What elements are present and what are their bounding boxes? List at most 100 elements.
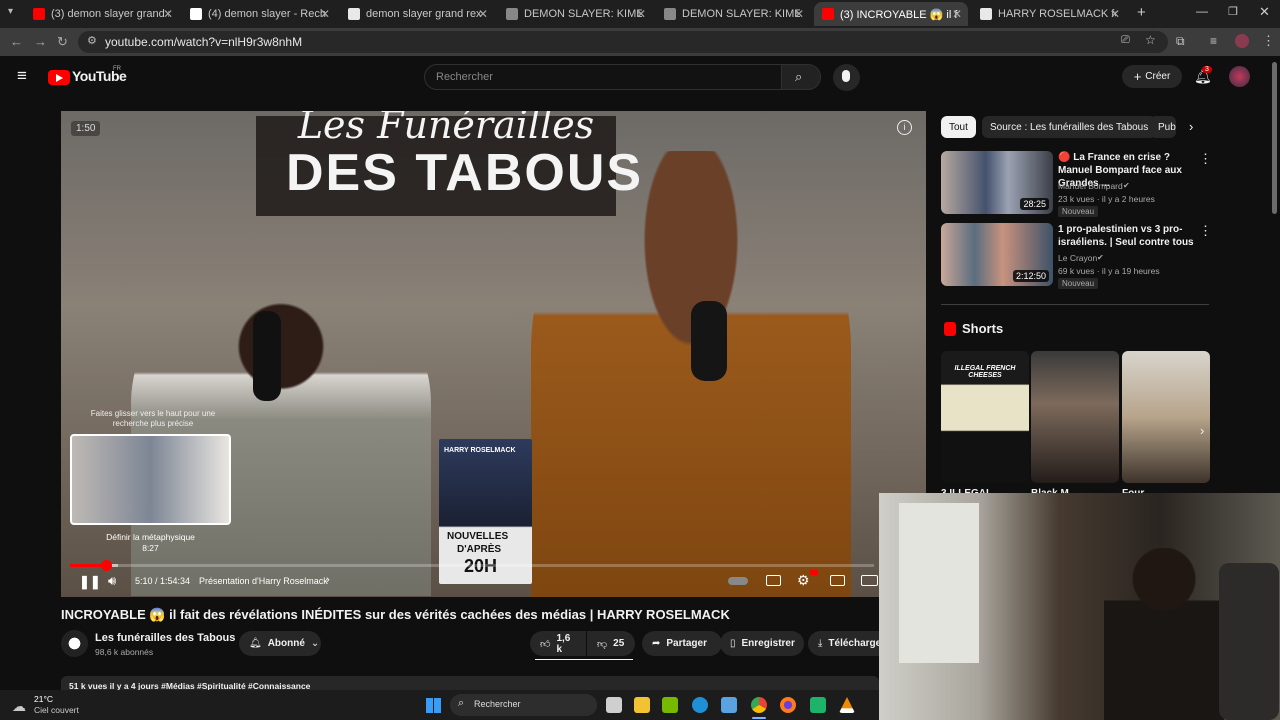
reload-icon[interactable]: ↻: [57, 34, 68, 50]
preview-chapter-label: Définir la métaphysique: [106, 532, 195, 542]
shorts-next-chevron-icon[interactable]: ›: [1200, 423, 1204, 438]
channel-avatar[interactable]: [61, 630, 88, 657]
thumbs-up-icon: 👍︎: [540, 638, 551, 650]
chips-next-chevron-icon[interactable]: ›: [1189, 119, 1193, 134]
search-button[interactable]: ⌕: [781, 64, 821, 90]
browser-toolbar: ← → ↻ ⚙ youtube.com/watch?v=nlH9r3w8nhM …: [0, 28, 1280, 56]
app-green-icon[interactable]: [810, 697, 826, 713]
extensions-icon[interactable]: ⧉: [1176, 34, 1185, 49]
browser-tab-2[interactable]: (4) demon slayer - Recherche /✕: [182, 2, 336, 26]
browser-tab-6[interactable]: (3) INCROYABLE 😱 il fait d✕: [814, 2, 968, 26]
tab-close-icon[interactable]: ✕: [163, 7, 173, 21]
autoplay-toggle-icon[interactable]: [728, 577, 748, 585]
weather-condition[interactable]: Ciel couvert: [34, 705, 79, 715]
tab-favicon-icon: [348, 8, 360, 20]
dislike-button[interactable]: 👎︎ 25: [587, 631, 635, 656]
install-app-icon[interactable]: ⎚: [1121, 34, 1130, 47]
store-icon[interactable]: [721, 697, 737, 713]
back-arrow-icon[interactable]: ←: [10, 34, 23, 49]
reading-list-icon[interactable]: ≡: [1210, 34, 1217, 48]
description-box[interactable]: 51 k vues il y a 4 jours #Médias #Spirit…: [61, 676, 879, 690]
youtube-play-icon: [56, 74, 63, 82]
video-channel-2[interactable]: Le Crayon: [1058, 252, 1097, 264]
chrome-menu-icon[interactable]: ⋮: [1262, 33, 1275, 49]
browser-tab-7[interactable]: HARRY ROSELMACK femme - R✕: [972, 2, 1126, 26]
pause-icon[interactable]: ❚❚: [79, 574, 101, 590]
close-window-button[interactable]: ✕: [1259, 4, 1270, 20]
file-explorer-icon[interactable]: [634, 697, 650, 713]
browser-tab-5[interactable]: DEMON SLAYER: KIMETSU NO✕: [656, 2, 810, 26]
video-channel-1[interactable]: Manuel Bompard: [1058, 180, 1123, 192]
channel-name[interactable]: Les funérailles des Tabous: [95, 632, 235, 644]
tab-close-icon[interactable]: ✕: [794, 7, 804, 21]
profile-avatar-icon[interactable]: [1235, 34, 1249, 48]
download-icon: ⤓: [818, 638, 823, 649]
description-preview: 51 k vues il y a 4 jours #Médias #Spirit…: [69, 681, 311, 690]
download-label: Télécharger: [828, 638, 879, 649]
new-tab-button[interactable]: +: [1137, 4, 1146, 21]
edge-icon[interactable]: [692, 697, 708, 713]
info-icon[interactable]: i: [897, 120, 912, 135]
tab-close-icon[interactable]: ✕: [952, 7, 962, 21]
volume-icon[interactable]: 🔊︎: [108, 573, 116, 589]
progress-bar[interactable]: [70, 560, 874, 571]
subtitles-icon[interactable]: [766, 575, 781, 586]
windows-start-icon[interactable]: [426, 698, 441, 713]
account-avatar[interactable]: [1229, 66, 1250, 87]
taskbar-search-box[interactable]: ⌕ Rechercher: [450, 694, 597, 716]
weather-temperature[interactable]: 21°C: [34, 694, 53, 704]
save-button[interactable]: ▯ Enregistrer: [720, 631, 804, 656]
subscribed-button[interactable]: 🔔︎ Abonné ⌄: [239, 631, 321, 656]
share-button[interactable]: ➦ Partager: [642, 631, 722, 656]
forward-arrow-icon[interactable]: →: [34, 34, 47, 49]
download-button[interactable]: ⤓ Télécharger: [808, 631, 879, 656]
chip-source[interactable]: Source : Les funérailles des Tabous: [982, 116, 1157, 138]
task-view-icon[interactable]: [606, 697, 622, 713]
video-menu-icon-1[interactable]: ⋮: [1199, 151, 1212, 167]
theater-mode-icon[interactable]: [861, 575, 878, 586]
chrome-icon[interactable]: [751, 697, 767, 713]
tab-favicon-icon: [664, 8, 676, 20]
maximize-window-button[interactable]: ❐: [1228, 5, 1238, 18]
nvidia-icon[interactable]: [662, 697, 678, 713]
settings-gear-icon[interactable]: ⚙: [797, 572, 810, 589]
short-2[interactable]: [1031, 351, 1119, 483]
address-bar[interactable]: ⚙ youtube.com/watch?v=nlH9r3w8nhM ⎚ ☆: [78, 31, 1168, 53]
chip-pub[interactable]: Pub: [1150, 116, 1176, 138]
video-title-2[interactable]: 1 pro-palestinien vs 3 pro-israéliens. |…: [1058, 223, 1198, 249]
video-menu-icon-2[interactable]: ⋮: [1199, 223, 1212, 239]
miniplayer-icon[interactable]: [830, 575, 845, 586]
chip-all[interactable]: Tout: [941, 116, 976, 138]
tab-close-icon[interactable]: ✕: [478, 7, 488, 21]
browser-tab-4[interactable]: DEMON SLAYER: KIMETSU NO✕: [498, 2, 652, 26]
site-info-icon[interactable]: ⚙: [87, 34, 97, 47]
firefox-icon[interactable]: [780, 697, 796, 713]
create-button[interactable]: + Créer: [1122, 65, 1182, 88]
chapter-label[interactable]: Présentation d'Harry Roselmack: [199, 576, 328, 586]
short-3[interactable]: [1122, 351, 1210, 483]
webcam-window: [899, 503, 979, 663]
tab-close-icon[interactable]: ✕: [636, 7, 646, 21]
short-1[interactable]: ILLEGAL FRENCH CHEESES: [941, 351, 1029, 483]
like-underline: [535, 659, 633, 660]
hamburger-menu-icon[interactable]: ≡: [17, 66, 27, 86]
page-scrollbar[interactable]: [1272, 62, 1277, 214]
paused-time-badge: 1:50: [71, 121, 101, 136]
browser-tab-3[interactable]: demon slayer grand rex - Reche✕: [340, 2, 494, 26]
vlc-icon[interactable]: [839, 697, 855, 713]
like-button[interactable]: 👍︎ 1,6 k: [530, 631, 586, 656]
minimize-window-button[interactable]: —: [1196, 4, 1208, 18]
tab-title: (3) INCROYABLE 😱 il fait d: [840, 8, 958, 21]
tab-title: HARRY ROSELMACK femme - R: [998, 8, 1116, 20]
video-thumbnail-1[interactable]: 28:25: [941, 151, 1053, 214]
tab-close-icon[interactable]: ✕: [1110, 7, 1120, 21]
voice-search-button[interactable]: [833, 64, 860, 91]
video-badge-2: Nouveau: [1058, 278, 1099, 289]
subscriber-count: 98,6 k abonnés: [95, 647, 154, 657]
search-input[interactable]: Rechercher: [424, 64, 782, 90]
tab-close-icon[interactable]: ✕: [320, 7, 330, 21]
browser-tab-1[interactable]: (3) demon slayer grand rex - Yo✕: [25, 2, 179, 26]
tab-list-dropdown-icon[interactable]: ▾: [8, 6, 13, 17]
bookmark-star-icon[interactable]: ☆: [1145, 33, 1156, 47]
video-thumbnail-2[interactable]: 2:12:50: [941, 223, 1053, 286]
